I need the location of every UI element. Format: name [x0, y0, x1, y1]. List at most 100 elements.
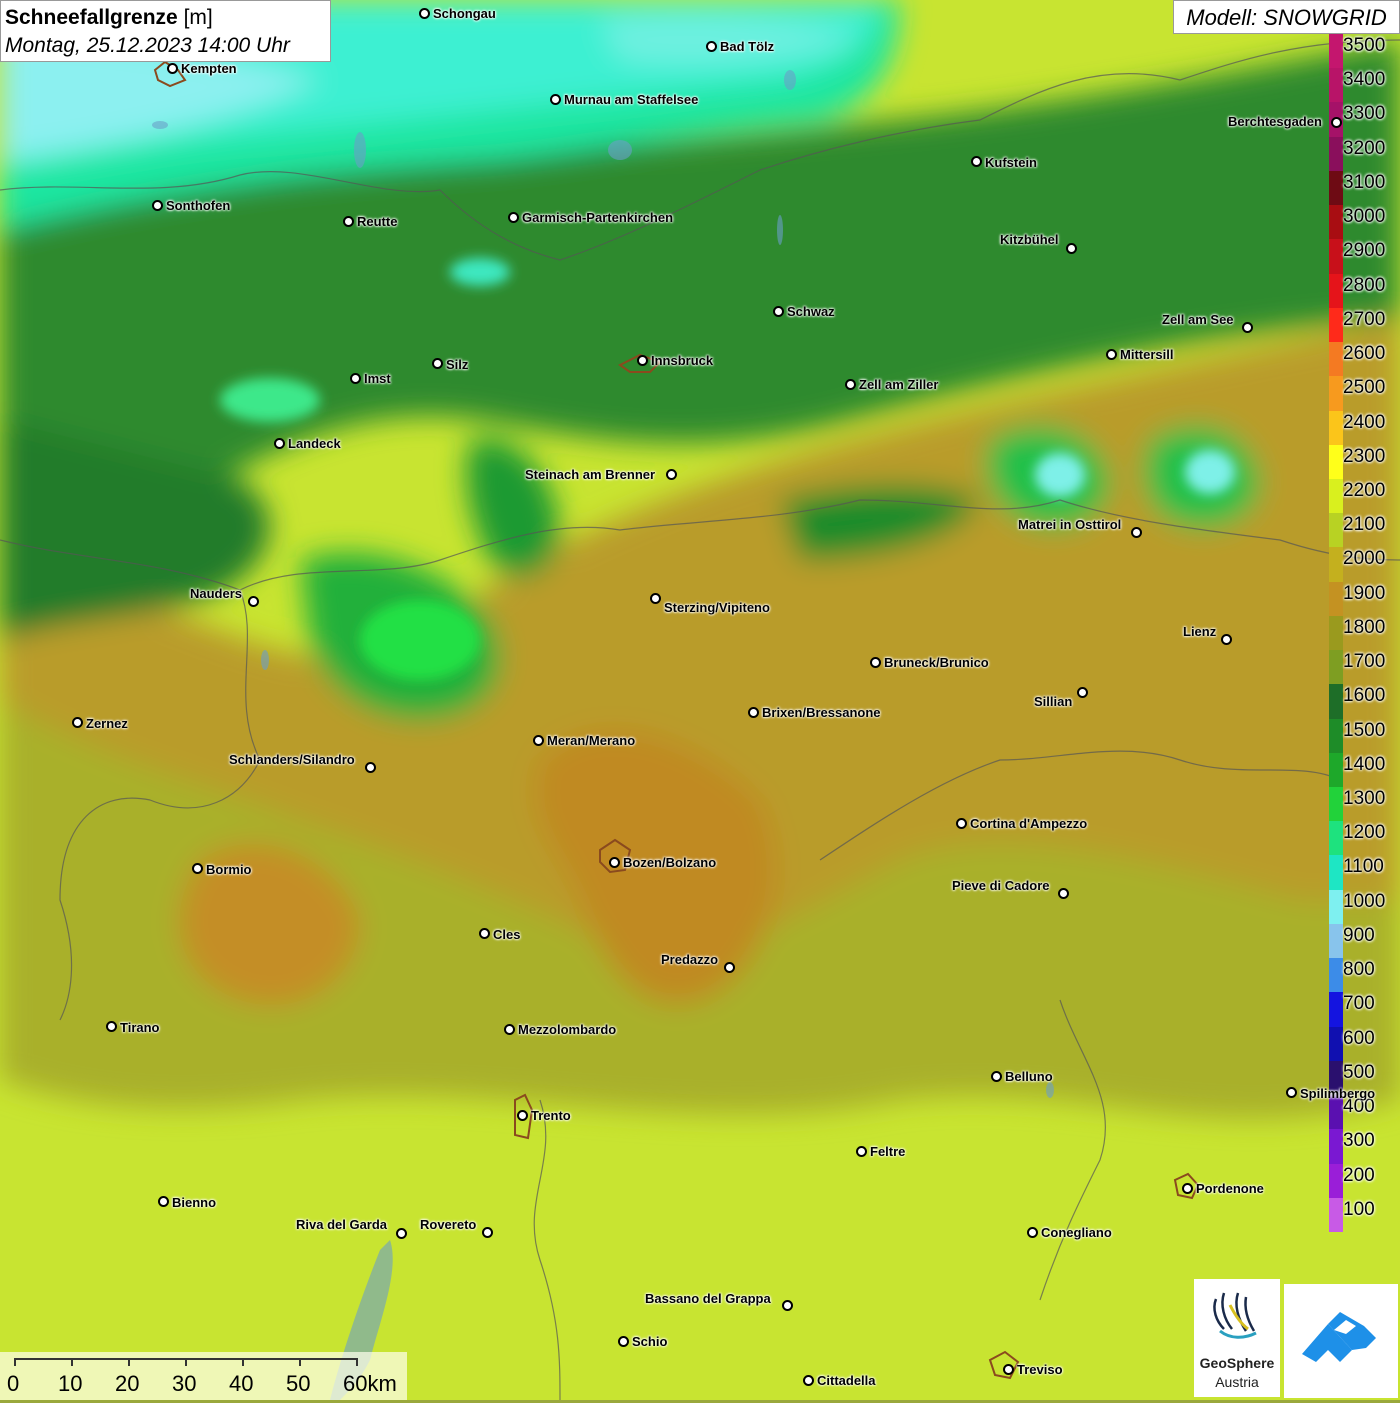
city-marker-icon[interactable] [706, 41, 717, 52]
city-marker-icon[interactable] [609, 857, 620, 868]
legend-swatch [1329, 1163, 1343, 1199]
city-marker-icon[interactable] [971, 156, 982, 167]
city-marker-icon[interactable] [432, 358, 443, 369]
city-marker-icon[interactable] [1106, 349, 1117, 360]
city-marker-icon[interactable] [618, 1336, 629, 1347]
legend-swatch [1329, 410, 1343, 446]
city-label: Bad Tölz [720, 39, 775, 54]
city-marker-icon[interactable] [650, 593, 661, 604]
legend-swatch [1329, 1026, 1343, 1062]
city-marker-icon[interactable] [870, 657, 881, 668]
city-marker-icon[interactable] [248, 596, 259, 607]
city-marker-icon[interactable] [550, 94, 561, 105]
legend-label: 500 [1343, 1061, 1375, 1083]
city-label: Kitzbühel [1000, 232, 1059, 247]
city-marker-icon[interactable] [482, 1227, 493, 1238]
city-marker-icon[interactable] [782, 1300, 793, 1311]
city-marker-icon[interactable] [152, 200, 163, 211]
city-marker-icon[interactable] [1221, 634, 1232, 645]
city-marker-icon[interactable] [419, 8, 430, 19]
legend-swatch [1329, 718, 1343, 754]
city-marker-icon[interactable] [1242, 322, 1253, 333]
scale-label: 30 [172, 1371, 197, 1396]
legend-label: 3000 [1343, 206, 1386, 228]
city-marker-icon[interactable] [504, 1024, 515, 1035]
scale-tick [128, 1358, 130, 1366]
city-label: Bienno [172, 1195, 217, 1210]
city-marker-icon[interactable] [856, 1146, 867, 1157]
legend-label: 1100 [1343, 856, 1384, 878]
scale-bar: 0 10 20 30 40 50 60km [0, 1352, 407, 1400]
geosphere-logo-subtext: Austria [1215, 1374, 1259, 1390]
city-marker-icon[interactable] [106, 1021, 117, 1032]
city-marker-icon[interactable] [1077, 687, 1088, 698]
variable-unit: [m] [183, 6, 213, 29]
city-marker-icon[interactable] [274, 438, 285, 449]
city-label: Spilimbergo [1300, 1086, 1376, 1101]
city-marker-icon[interactable] [508, 212, 519, 223]
city-marker-icon[interactable] [350, 373, 361, 384]
city-marker-icon[interactable] [748, 707, 759, 718]
city-marker-icon[interactable] [1003, 1364, 1014, 1375]
city-marker-icon[interactable] [533, 735, 544, 746]
legend-swatch [1329, 68, 1343, 103]
city-label: Steinach am Brenner [525, 467, 656, 482]
legend-label: 900 [1343, 924, 1375, 946]
city-marker-icon[interactable] [1131, 527, 1142, 538]
city-marker-icon[interactable] [991, 1071, 1002, 1082]
city-marker-icon[interactable] [479, 928, 490, 939]
legend-label: 1700 [1343, 651, 1386, 673]
city-marker-icon[interactable] [666, 469, 677, 480]
city-marker-icon[interactable] [1286, 1087, 1297, 1098]
city-label: Trento [531, 1108, 571, 1123]
legend-label: 3100 [1343, 171, 1386, 193]
legend-swatch [1329, 992, 1343, 1028]
city-marker-icon[interactable] [1331, 117, 1342, 128]
city-label: Silz [446, 357, 469, 372]
city-label: Bruneck/Brunico [884, 655, 989, 670]
legend-swatch [1329, 273, 1343, 309]
city-marker-icon[interactable] [517, 1110, 528, 1121]
scale-label: 20 [115, 1371, 140, 1396]
legend-label: 2200 [1343, 479, 1386, 501]
mountain-snow-icon [1302, 1312, 1376, 1362]
city-marker-icon[interactable] [803, 1375, 814, 1386]
city-marker-icon[interactable] [1058, 888, 1069, 899]
legend-label: 2100 [1343, 514, 1386, 536]
city-marker-icon[interactable] [72, 717, 83, 728]
city-marker-icon[interactable] [1066, 243, 1077, 254]
city-label: Pieve di Cadore [952, 878, 1050, 893]
city-marker-icon[interactable] [1027, 1227, 1038, 1238]
legend-label: 2600 [1343, 343, 1386, 365]
city-marker-icon[interactable] [167, 63, 178, 74]
legend-swatch [1329, 34, 1343, 69]
variable-name: Schneefallgrenze [5, 6, 178, 29]
city-marker-icon[interactable] [845, 379, 856, 390]
city-marker-icon[interactable] [192, 863, 203, 874]
legend-label: 2500 [1343, 377, 1386, 399]
geosphere-logo[interactable]: GeoSphere Austria [1194, 1279, 1280, 1397]
city-label: Landeck [288, 436, 341, 451]
city-marker-icon[interactable] [1182, 1183, 1193, 1194]
city-marker-icon[interactable] [637, 355, 648, 366]
city-marker-icon[interactable] [773, 306, 784, 317]
city-label: Feltre [870, 1144, 906, 1159]
city-marker-icon[interactable] [365, 762, 376, 773]
legend-label: 1200 [1343, 822, 1386, 844]
city-label: Belluno [1005, 1069, 1053, 1084]
legend-label: 3400 [1343, 69, 1386, 91]
city-label: Sonthofen [166, 198, 231, 213]
city-marker-icon[interactable] [396, 1228, 407, 1239]
legend-swatch [1329, 478, 1343, 514]
snow-app-logo[interactable] [1284, 1284, 1398, 1398]
legend-swatch [1329, 615, 1343, 651]
city-marker-icon[interactable] [343, 216, 354, 227]
color-legend [1329, 34, 1343, 1233]
city-label: Bassano del Grappa [645, 1291, 771, 1306]
city-marker-icon[interactable] [158, 1196, 169, 1207]
city-label: Kempten [181, 61, 237, 76]
legend-swatch [1329, 650, 1343, 685]
city-marker-icon[interactable] [956, 818, 967, 829]
city-marker-icon[interactable] [724, 962, 735, 973]
city-label: Reutte [357, 214, 398, 229]
